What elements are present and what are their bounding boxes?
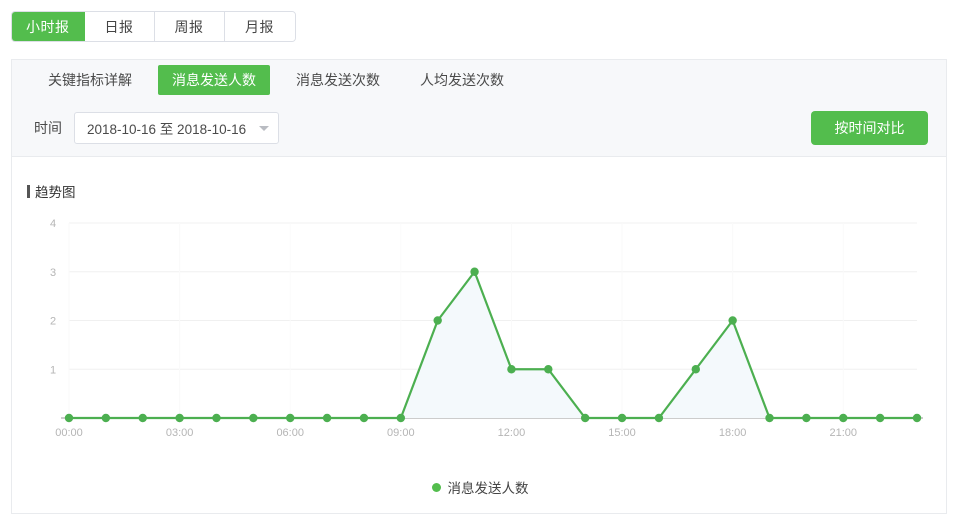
trend-chart-card: 趋势图 1 2 3 4 00:00 03:00 06:00 09:00 12:00 15:00 18… (11, 157, 947, 514)
data-point[interactable] (65, 414, 73, 422)
tab-avg-send-count[interactable]: 人均发送次数 (406, 65, 518, 95)
data-point[interactable] (692, 365, 700, 373)
legend-color-swatch (432, 483, 441, 492)
data-point[interactable] (507, 365, 515, 373)
compare-by-time-button[interactable]: 按时间对比 (811, 111, 928, 145)
data-point[interactable] (139, 414, 147, 422)
time-filter-label: 时间 (34, 118, 62, 138)
data-point[interactable] (913, 414, 921, 422)
data-point[interactable] (876, 414, 884, 422)
data-point[interactable] (249, 414, 257, 422)
data-point[interactable] (655, 414, 663, 422)
data-point[interactable] (175, 414, 183, 422)
data-point[interactable] (102, 414, 110, 422)
chart-svg: 1 2 3 4 00:00 03:00 06:00 09:00 12:00 15:00 18:00 2… (12, 213, 948, 468)
data-point[interactable] (397, 414, 405, 422)
data-point[interactable] (765, 414, 773, 422)
tab-message-senders[interactable]: 消息发送人数 (158, 65, 270, 95)
svg-text:3: 3 (50, 267, 56, 279)
x-axis-tick-label: 12:00 (498, 427, 526, 439)
date-range-value: 2018-10-16 至 2018-10-16 (87, 118, 246, 138)
tab-message-count[interactable]: 消息发送次数 (282, 65, 394, 95)
data-point[interactable] (839, 414, 847, 422)
x-axis-tick-label: 15:00 (608, 427, 636, 439)
title-accent-bar (27, 185, 30, 198)
legend-label[interactable]: 消息发送人数 (448, 477, 529, 497)
data-point[interactable] (728, 316, 736, 324)
svg-text:2: 2 (50, 316, 56, 328)
data-point[interactable] (802, 414, 810, 422)
chart-legend: 消息发送人数 (12, 477, 948, 497)
tab-key-metrics[interactable]: 关键指标详解 (34, 65, 146, 95)
analytics-page: 小时报 日报 周报 月报 关键指标详解 消息发送人数 消息发送次数 人均发送次数… (0, 0, 958, 514)
data-point[interactable] (323, 414, 331, 422)
chart-section-title: 趋势图 (27, 181, 76, 201)
line-chart-plot: 1 2 3 4 00:00 03:00 06:00 09:00 12:00 15:00 18:00 2… (12, 213, 948, 468)
data-point[interactable] (212, 414, 220, 422)
x-axis-tick-label: 18:00 (719, 427, 747, 439)
x-axis-tick-label: 06:00 (276, 427, 304, 439)
filter-bar: 时间 2018-10-16 至 2018-10-16 按时间对比 (11, 99, 947, 157)
data-point[interactable] (618, 414, 626, 422)
data-point[interactable] (470, 268, 478, 276)
x-axis-tick-label: 09:00 (387, 427, 415, 439)
data-point[interactable] (286, 414, 294, 422)
chart-title-text: 趋势图 (35, 181, 76, 201)
x-axis-tick-label: 03:00 (166, 427, 194, 439)
svg-text:1: 1 (50, 364, 56, 376)
period-button-hourly[interactable]: 小时报 (12, 12, 85, 41)
date-range-input[interactable]: 2018-10-16 至 2018-10-16 (74, 112, 279, 144)
data-point[interactable] (581, 414, 589, 422)
data-point[interactable] (433, 316, 441, 324)
metric-tab-strip: 关键指标详解 消息发送人数 消息发送次数 人均发送次数 (11, 59, 947, 99)
svg-text:4: 4 (50, 218, 56, 230)
period-button-daily[interactable]: 日报 (85, 12, 155, 41)
chevron-down-icon (259, 126, 269, 131)
x-axis-tick-label: 21:00 (829, 427, 857, 439)
period-button-monthly[interactable]: 月报 (225, 12, 295, 41)
period-button-weekly[interactable]: 周报 (155, 12, 225, 41)
report-period-button-group: 小时报 日报 周报 月报 (11, 11, 296, 42)
data-point[interactable] (544, 365, 552, 373)
data-point[interactable] (360, 414, 368, 422)
x-axis-tick-label: 00:00 (55, 427, 83, 439)
